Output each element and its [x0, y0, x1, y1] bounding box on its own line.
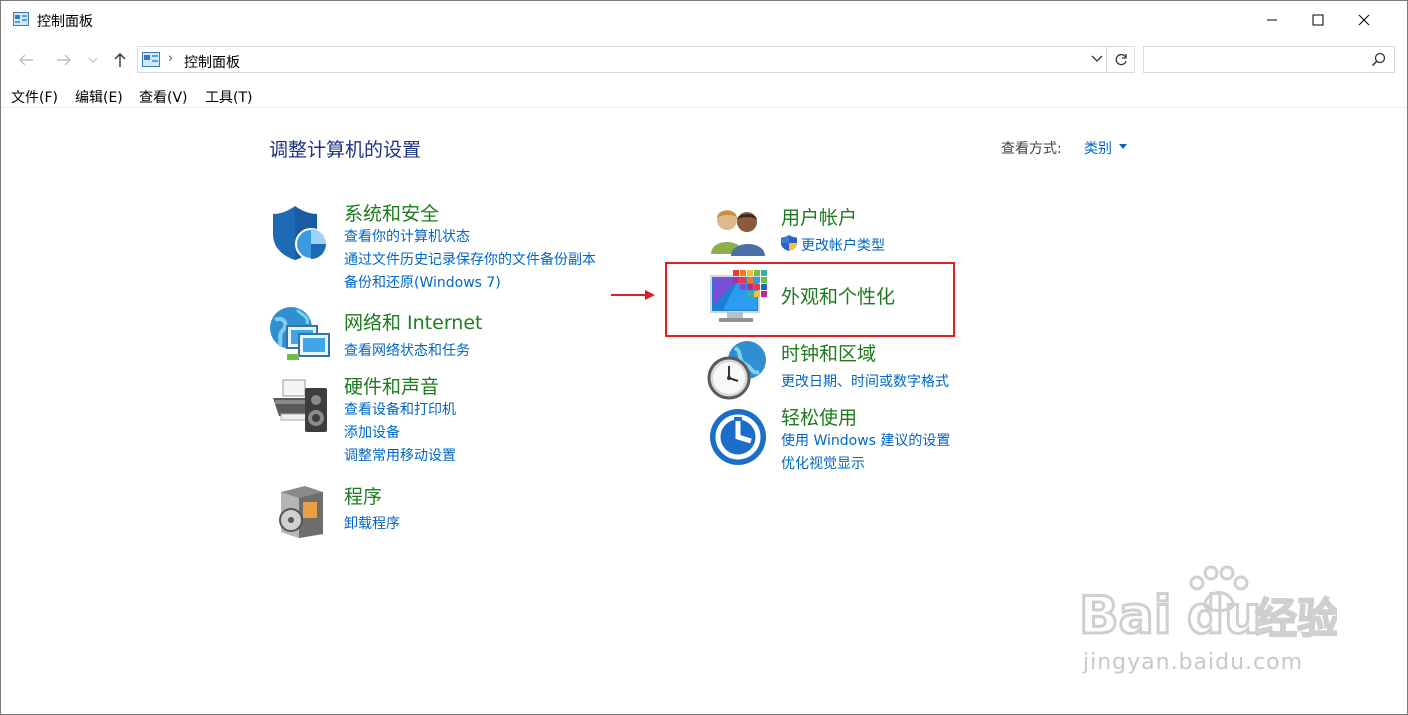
- refresh-icon: [1115, 53, 1127, 65]
- maximize-button[interactable]: [1295, 1, 1341, 39]
- minimize-icon: [1267, 19, 1277, 21]
- svg-text:Bai: Bai: [1079, 586, 1172, 646]
- control-panel-icon: [142, 52, 160, 67]
- title-bar: 控制面板: [1, 1, 1407, 39]
- menu-bar: 文件(F) 编辑(E) 查看(V) 工具(T): [1, 85, 1407, 108]
- refresh-button[interactable]: [1107, 46, 1135, 73]
- ease-of-access-icon[interactable]: [709, 408, 767, 466]
- category-system-security-title[interactable]: 系统和安全: [344, 199, 439, 226]
- category-hardware-sound-title[interactable]: 硬件和声音: [344, 372, 439, 399]
- forward-button[interactable]: [51, 47, 77, 73]
- link-optimize-visual-display[interactable]: 优化视觉显示: [781, 453, 865, 473]
- category-network-title[interactable]: 网络和 Internet: [344, 308, 482, 335]
- network-globe-icon[interactable]: [269, 306, 331, 364]
- minimize-button[interactable]: [1249, 1, 1295, 39]
- chevron-down-icon[interactable]: [1090, 52, 1104, 66]
- link-view-devices-printers[interactable]: 查看设备和打印机: [344, 399, 456, 419]
- user-accounts-icon[interactable]: [709, 206, 767, 256]
- link-add-device[interactable]: 添加设备: [344, 422, 400, 442]
- view-by-label: 查看方式:: [1001, 141, 1062, 157]
- up-arrow-icon: [114, 53, 126, 67]
- watermark-url: jingyan.baidu.com: [1083, 650, 1304, 675]
- page-title: 调整计算机的设置: [269, 139, 422, 161]
- shield-icon[interactable]: [271, 204, 329, 262]
- chevron-down-icon: [88, 57, 98, 63]
- search-box[interactable]: [1143, 46, 1395, 73]
- menu-edit[interactable]: 编辑(E): [75, 87, 123, 107]
- breadcrumb-separator-icon: ›: [168, 51, 174, 66]
- svg-text:经验: 经验: [1255, 594, 1337, 643]
- link-view-computer-status[interactable]: 查看你的计算机状态: [344, 226, 470, 246]
- address-bar[interactable]: › 控制面板: [137, 46, 1107, 73]
- link-change-account-type[interactable]: 更改帐户类型: [801, 235, 885, 255]
- close-button[interactable]: [1341, 1, 1387, 39]
- breadcrumb-location[interactable]: 控制面板: [184, 52, 240, 72]
- category-user-accounts-title[interactable]: 用户帐户: [781, 203, 857, 230]
- clock-globe-icon[interactable]: [707, 340, 769, 400]
- back-arrow-icon: [19, 54, 33, 66]
- printer-speaker-icon[interactable]: [271, 378, 331, 436]
- link-recommended-settings[interactable]: 使用 Windows 建议的设置: [781, 430, 950, 450]
- category-clock-region-title[interactable]: 时钟和区域: [781, 339, 876, 366]
- category-programs-title[interactable]: 程序: [344, 482, 382, 509]
- search-icon: [1371, 52, 1386, 67]
- view-by-dropdown[interactable]: 类别: [1084, 138, 1112, 158]
- up-button[interactable]: [107, 47, 133, 73]
- category-ease-access-title[interactable]: 轻松使用: [781, 403, 857, 430]
- main-content: 调整计算机的设置 查看方式: 类别 系统和安全 查看你的计算机状态 通过文件历史…: [1, 108, 1407, 714]
- recent-locations-button[interactable]: [83, 47, 103, 73]
- caret-down-icon[interactable]: [1119, 144, 1127, 149]
- back-button[interactable]: [13, 47, 39, 73]
- navigation-bar: › 控制面板: [1, 43, 1407, 77]
- highlight-box: [665, 262, 955, 337]
- link-backup-restore[interactable]: 备份和还原(Windows 7): [344, 272, 501, 292]
- close-icon: [1358, 14, 1370, 26]
- menu-tools[interactable]: 工具(T): [205, 87, 252, 107]
- red-arrow-icon: [611, 290, 655, 300]
- link-change-date-time-format[interactable]: 更改日期、时间或数字格式: [781, 371, 949, 391]
- window-title: 控制面板: [37, 14, 93, 30]
- control-panel-icon: [13, 12, 29, 26]
- svg-text:du: du: [1187, 586, 1261, 646]
- link-file-history-backup[interactable]: 通过文件历史记录保存你的文件备份副本: [344, 249, 596, 269]
- uac-shield-icon: [781, 235, 797, 251]
- link-view-network-status[interactable]: 查看网络状态和任务: [344, 340, 470, 360]
- menu-view[interactable]: 查看(V): [139, 87, 188, 107]
- baidu-watermark-logo: Bai du 经验: [1078, 565, 1337, 648]
- maximize-icon: [1312, 14, 1324, 26]
- menu-file[interactable]: 文件(F): [11, 87, 58, 107]
- programs-box-icon[interactable]: [275, 482, 329, 540]
- link-mobility-settings[interactable]: 调整常用移动设置: [344, 445, 456, 465]
- forward-arrow-icon: [57, 54, 71, 66]
- link-uninstall-program[interactable]: 卸载程序: [344, 513, 400, 533]
- control-panel-window: 控制面板 › 控制面板 文件(F) 编辑(E) 查看(V) 工具(T) 调整计算…: [0, 0, 1408, 715]
